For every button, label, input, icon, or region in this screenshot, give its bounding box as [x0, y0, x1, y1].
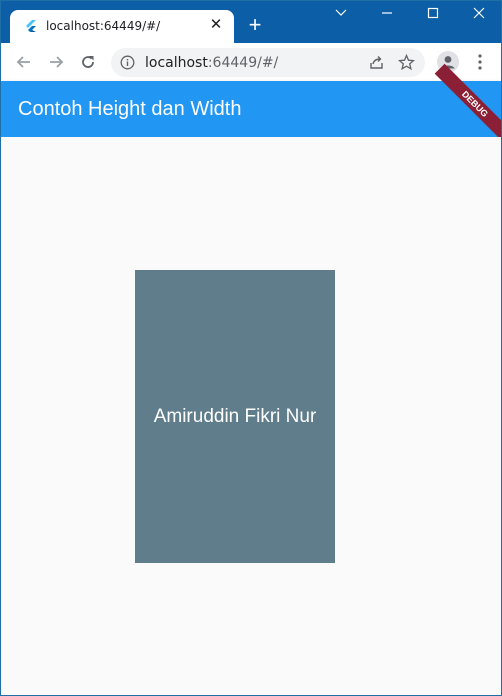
minimize-icon[interactable] — [377, 7, 397, 27]
url-text[interactable]: localhost:64449/#/ — [145, 55, 278, 71]
back-arrow-icon[interactable] — [14, 52, 34, 72]
chevron-down-icon[interactable] — [331, 7, 351, 27]
browser-toolbar: localhost:64449/#/ — [1, 43, 501, 81]
app-bar: Contoh Height dan Width — [1, 81, 501, 137]
url-path: :64449/#/ — [207, 55, 279, 71]
tab-strip: localhost:64449/#/ ✕ + — [1, 1, 501, 43]
star-icon[interactable] — [397, 53, 416, 71]
plus-icon[interactable]: + — [245, 14, 265, 36]
sized-container: Amiruddin Fikri Nur — [135, 270, 335, 563]
address-bar[interactable]: localhost:64449/#/ — [111, 48, 425, 77]
share-icon[interactable] — [368, 54, 385, 71]
close-icon[interactable]: ✕ — [208, 17, 224, 33]
forward-arrow-icon[interactable] — [46, 52, 66, 72]
container-text: Amiruddin Fikri Nur — [153, 405, 317, 427]
app-title: Contoh Height dan Width — [18, 98, 242, 120]
info-icon[interactable] — [120, 55, 135, 70]
url-host: localhost — [145, 55, 208, 71]
maximize-icon[interactable] — [423, 7, 443, 27]
app-body: Amiruddin Fikri Nur — [1, 137, 501, 695]
tab-title: localhost:64449/#/ — [46, 19, 161, 33]
flutter-logo-icon — [24, 19, 38, 33]
window-close-icon[interactable] — [469, 7, 489, 27]
browser-window: localhost:64449/#/ ✕ + localhost:64449/#… — [0, 0, 502, 696]
reload-icon[interactable] — [78, 52, 98, 72]
kebab-menu-icon[interactable] — [473, 52, 487, 72]
browser-tab[interactable]: localhost:64449/#/ ✕ — [10, 10, 234, 43]
